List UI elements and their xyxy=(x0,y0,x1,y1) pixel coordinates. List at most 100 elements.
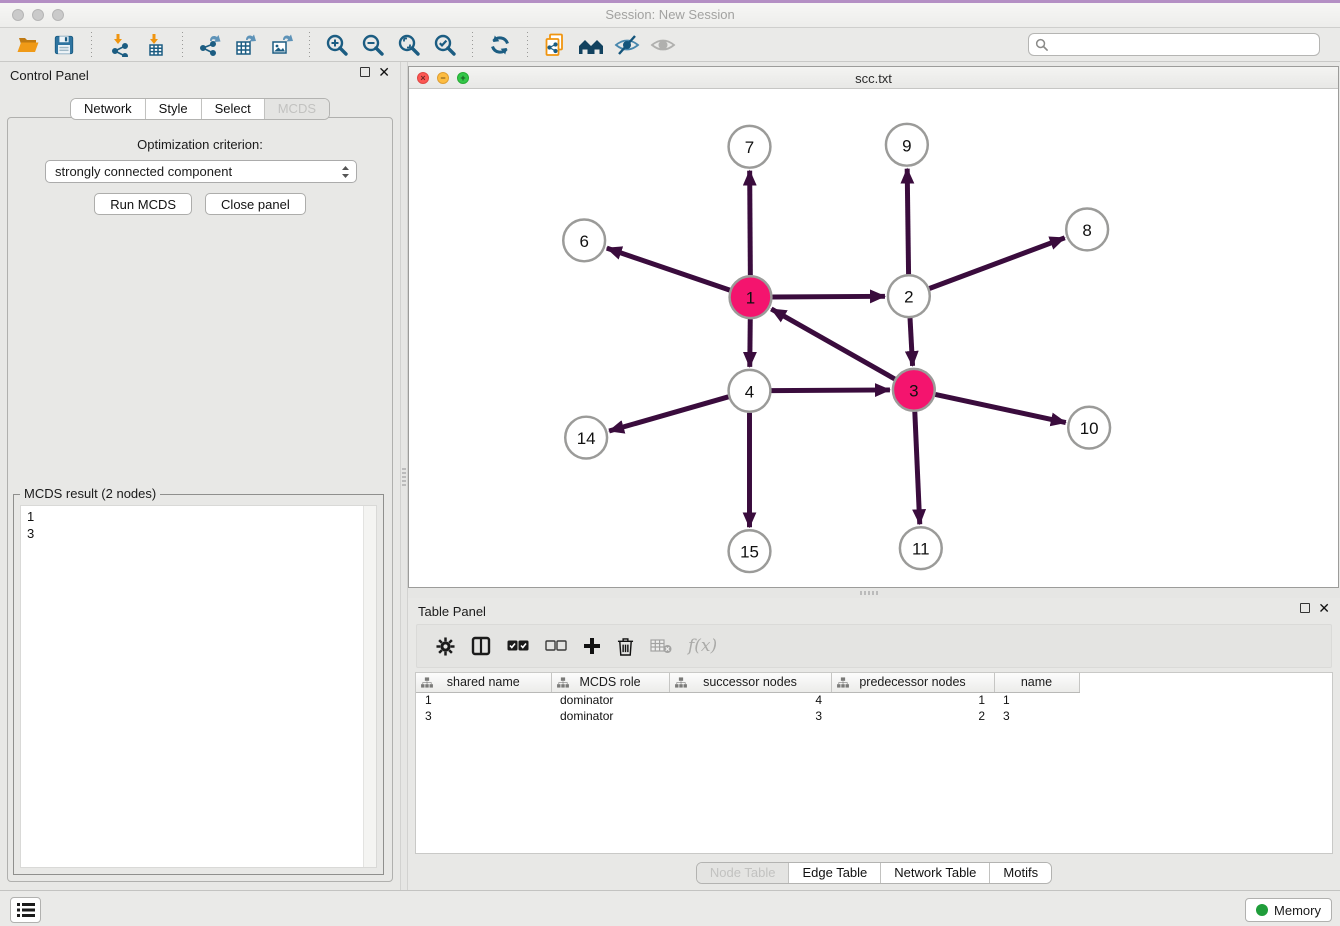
table-row[interactable]: 1dominator411 xyxy=(416,692,1079,708)
search-field[interactable] xyxy=(1028,33,1320,56)
cell-predecessor-nodes[interactable]: 1 xyxy=(831,692,994,708)
toolbar-separator xyxy=(527,32,528,58)
column-header-MCDS-role[interactable]: MCDS role xyxy=(551,673,669,692)
tab-node-table[interactable]: Node Table xyxy=(697,863,790,883)
cell-name[interactable]: 3 xyxy=(994,708,1079,724)
tab-mcds[interactable]: MCDS xyxy=(265,99,329,119)
task-history-button[interactable] xyxy=(10,897,41,923)
edge-1-6[interactable] xyxy=(607,248,730,290)
edge-1-2[interactable] xyxy=(772,296,885,297)
hide-selected-icon[interactable] xyxy=(612,31,642,59)
cell-MCDS-role[interactable]: dominator xyxy=(551,692,669,708)
edge-1-7[interactable] xyxy=(750,171,751,276)
criterion-value: strongly connected component xyxy=(55,164,232,179)
run-mcds-button[interactable]: Run MCDS xyxy=(94,193,192,215)
column-header-shared-name[interactable]: shared name xyxy=(416,673,551,692)
table-panel: Table Panel ✕ xyxy=(408,598,1340,890)
edge-3-10[interactable] xyxy=(935,394,1066,422)
import-table-icon[interactable] xyxy=(140,31,170,59)
edge-1-4[interactable] xyxy=(750,319,751,367)
mcds-result-textarea[interactable]: 1 3 xyxy=(20,505,377,868)
cell-name[interactable]: 1 xyxy=(994,692,1079,708)
export-network-icon[interactable] xyxy=(195,31,225,59)
application-window: × − + Session: New Session xyxy=(0,0,1340,926)
show-all-icon[interactable] xyxy=(648,31,678,59)
add-column-icon[interactable] xyxy=(583,637,601,655)
cell-successor-nodes[interactable]: 3 xyxy=(669,708,831,724)
export-image-icon[interactable] xyxy=(267,31,297,59)
edge-3-1[interactable] xyxy=(771,309,894,379)
network-canvas[interactable]: 7968124314101511 xyxy=(409,89,1338,587)
network-window-title: scc.txt xyxy=(409,71,1338,86)
float-panel-icon[interactable] xyxy=(360,67,370,77)
export-table-icon[interactable] xyxy=(231,31,261,59)
unselect-all-checks-icon[interactable] xyxy=(545,640,567,652)
edge-2-9[interactable] xyxy=(907,169,908,275)
edge-2-3[interactable] xyxy=(910,318,913,366)
column-header-predecessor-nodes[interactable]: predecessor nodes xyxy=(831,673,994,692)
save-session-icon[interactable] xyxy=(49,31,79,59)
select-all-checks-icon[interactable] xyxy=(507,640,529,652)
edge-4-14[interactable] xyxy=(609,397,728,431)
import-network-icon[interactable] xyxy=(104,31,134,59)
table-panel-header: Table Panel ✕ xyxy=(408,598,1340,624)
node-label-11: 11 xyxy=(912,540,930,559)
tab-network[interactable]: Network xyxy=(71,99,146,119)
cell-successor-nodes[interactable]: 4 xyxy=(669,692,831,708)
zoom-fit-icon[interactable] xyxy=(394,31,424,59)
attribute-tree-icon xyxy=(557,677,569,688)
column-header-name[interactable]: name xyxy=(994,673,1079,692)
zoom-out-icon[interactable] xyxy=(358,31,388,59)
criterion-dropdown[interactable]: strongly connected component xyxy=(45,160,357,183)
edge-3-11[interactable] xyxy=(915,412,920,525)
close-panel-button[interactable]: Close panel xyxy=(205,193,306,215)
delete-column-icon[interactable] xyxy=(617,637,634,656)
settings-gear-icon[interactable] xyxy=(436,637,455,656)
edge-4-3[interactable] xyxy=(771,390,890,391)
node-label-6: 6 xyxy=(579,232,588,251)
column-header-successor-nodes[interactable]: successor nodes xyxy=(669,673,831,692)
tab-motifs[interactable]: Motifs xyxy=(990,863,1051,883)
table-panel-title: Table Panel xyxy=(418,604,486,619)
tab-select[interactable]: Select xyxy=(202,99,265,119)
optimization-criterion-label: Optimization criterion: xyxy=(8,137,392,152)
node-label-1: 1 xyxy=(746,289,755,308)
memory-status-dot xyxy=(1256,904,1268,916)
open-session-icon[interactable] xyxy=(13,31,43,59)
network-overview-icon[interactable] xyxy=(576,31,606,59)
zoom-in-icon[interactable] xyxy=(322,31,352,59)
close-panel-icon[interactable]: ✕ xyxy=(378,67,390,77)
edge-2-8[interactable] xyxy=(929,238,1064,289)
status-bar: Memory xyxy=(0,890,1340,926)
tab-edge-table[interactable]: Edge Table xyxy=(789,863,881,883)
control-panel-header: Control Panel ✕ xyxy=(0,62,400,88)
toolbar-separator xyxy=(472,32,473,58)
attribute-tree-icon xyxy=(837,677,849,688)
result-scrollbar[interactable] xyxy=(363,506,376,867)
cell-shared-name[interactable]: 1 xyxy=(416,692,551,708)
close-table-panel-icon[interactable]: ✕ xyxy=(1318,603,1330,613)
node-label-8: 8 xyxy=(1082,221,1091,240)
network-graph[interactable]: 7968124314101511 xyxy=(409,89,1338,587)
toolbar-separator xyxy=(91,32,92,58)
refresh-layout-icon[interactable] xyxy=(485,31,515,59)
network-window-titlebar[interactable]: × − + scc.txt xyxy=(409,67,1338,89)
node-label-2: 2 xyxy=(904,288,913,307)
cell-shared-name[interactable]: 3 xyxy=(416,708,551,724)
toolbar-separator xyxy=(309,32,310,58)
list-icon xyxy=(17,903,35,917)
show-columns-icon[interactable] xyxy=(471,636,491,656)
cell-predecessor-nodes[interactable]: 2 xyxy=(831,708,994,724)
memory-button[interactable]: Memory xyxy=(1245,898,1332,922)
zoom-selected-icon[interactable] xyxy=(430,31,460,59)
copy-network-icon[interactable] xyxy=(540,31,570,59)
float-table-panel-icon[interactable] xyxy=(1300,603,1310,613)
tab-style[interactable]: Style xyxy=(146,99,202,119)
mcds-result-group: MCDS result (2 nodes) 1 3 xyxy=(13,494,384,875)
horizontal-splitter[interactable] xyxy=(408,588,1340,598)
cell-MCDS-role[interactable]: dominator xyxy=(551,708,669,724)
vertical-splitter[interactable] xyxy=(400,62,408,890)
tab-network-table[interactable]: Network Table xyxy=(881,863,990,883)
search-input[interactable] xyxy=(1052,38,1313,52)
table-row[interactable]: 3dominator323 xyxy=(416,708,1079,724)
